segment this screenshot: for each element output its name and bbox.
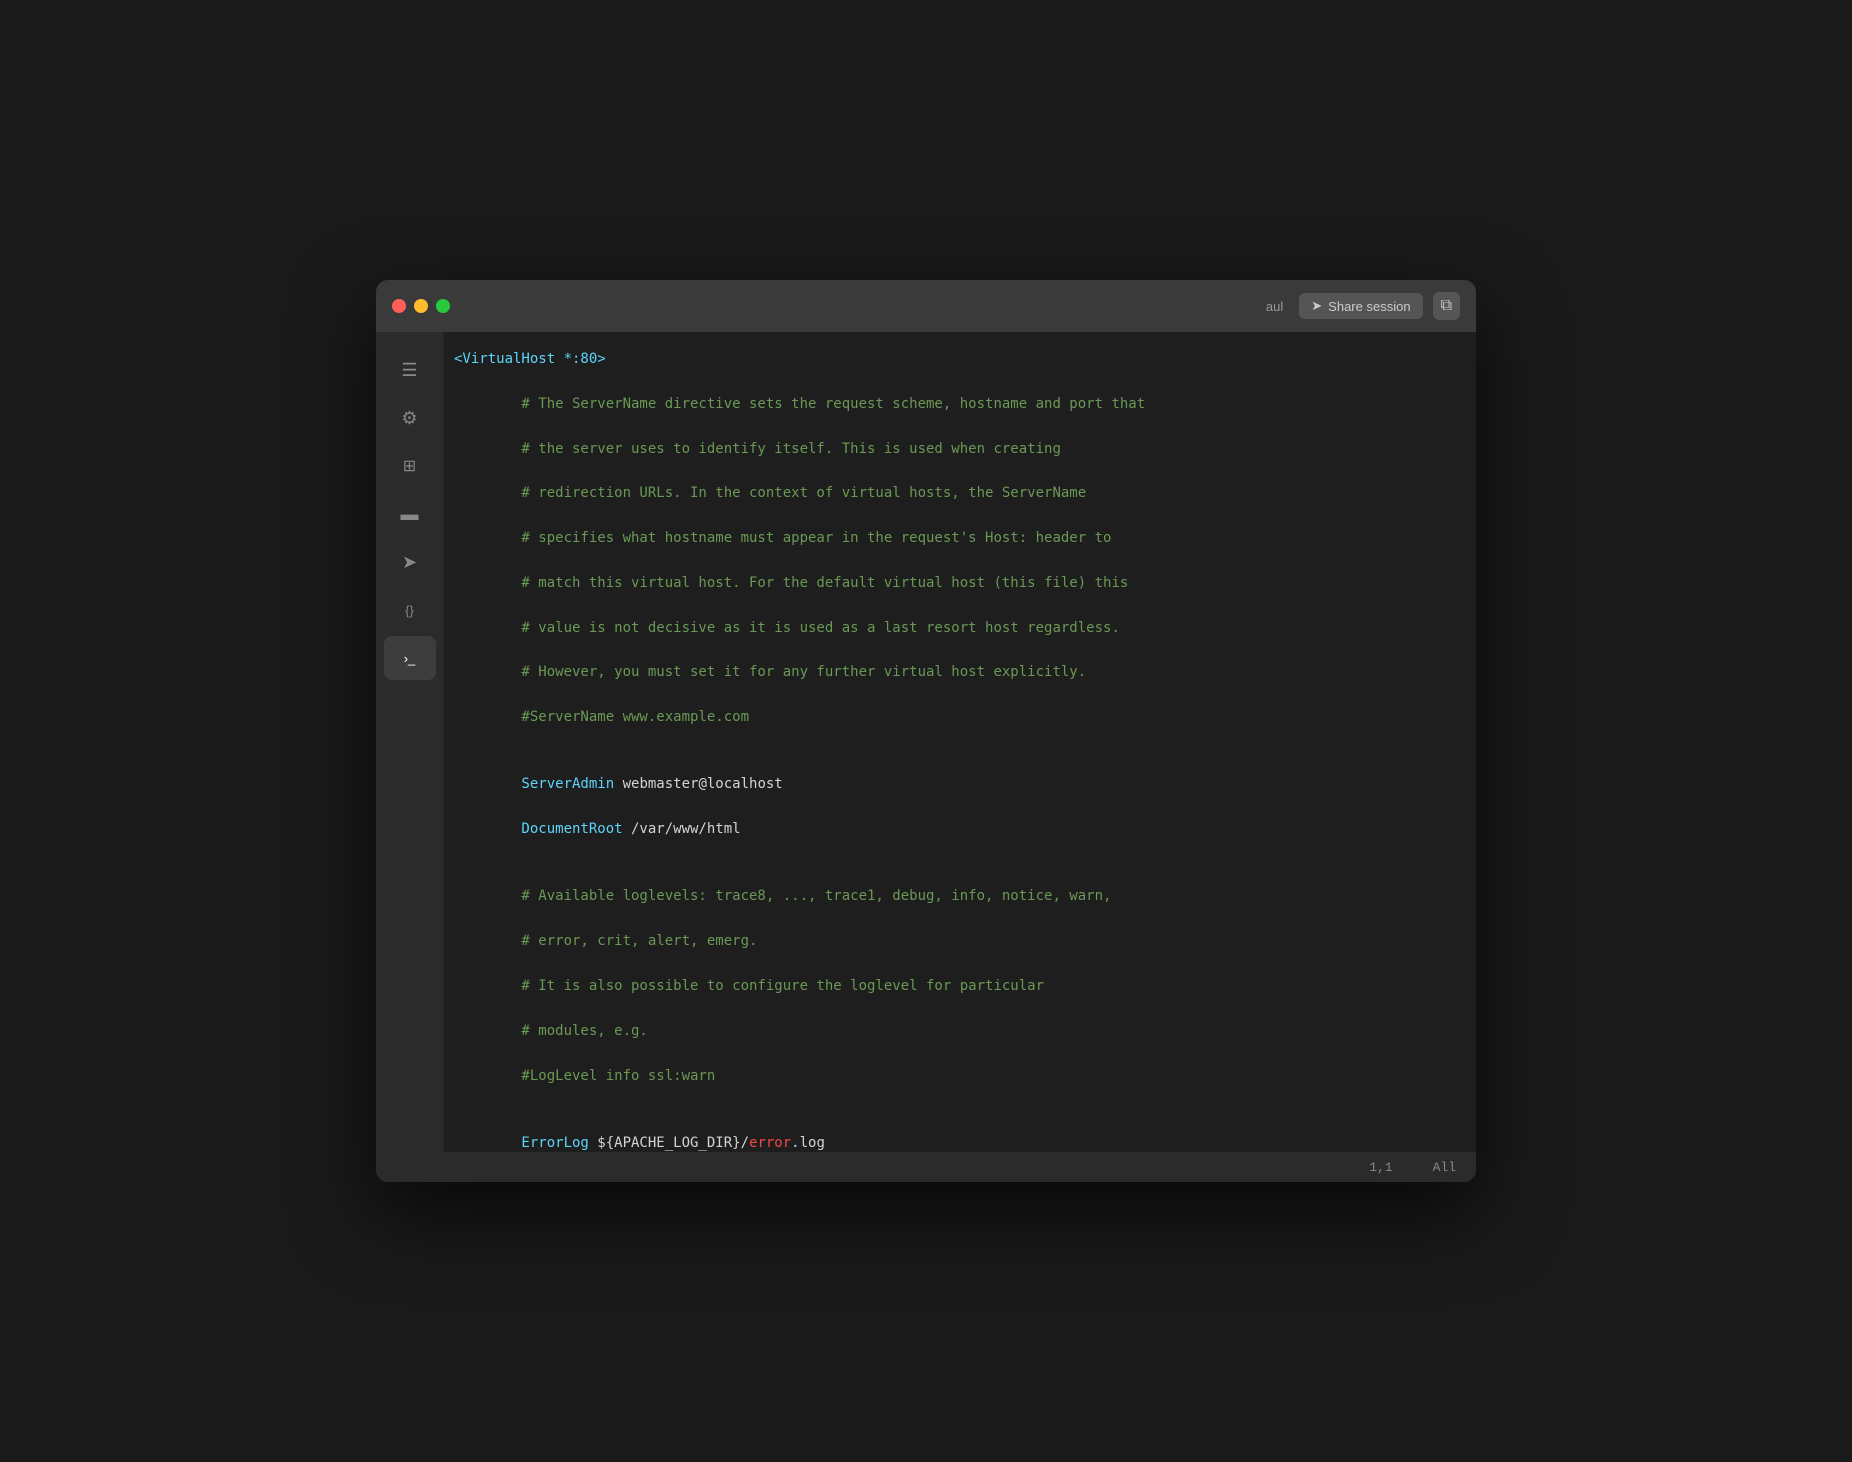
traffic-lights	[392, 299, 450, 313]
sidebar-item-menu[interactable]: ☰	[384, 348, 436, 392]
aul-label: aul	[1266, 299, 1283, 314]
sidebar-item-terminal[interactable]: ›_	[384, 636, 436, 680]
maximize-button[interactable]	[436, 299, 450, 313]
layout-button[interactable]: ⧉	[1433, 292, 1460, 320]
terminal-icon: ›_	[404, 651, 416, 666]
menu-icon: ☰	[401, 360, 417, 381]
status-bar: 1,1 All	[376, 1152, 1476, 1182]
sidebar-item-grid[interactable]: ⊞	[384, 444, 436, 488]
grid-icon: ⊞	[403, 456, 416, 476]
sidebar: ☰ ⚙ ⊞ ▬ ➤ {} ›_	[376, 332, 444, 1152]
titlebar: aul ➤ Share session ⧉	[376, 280, 1476, 332]
close-button[interactable]	[392, 299, 406, 313]
sidebar-item-files[interactable]: ▬	[384, 492, 436, 536]
files-icon: ▬	[401, 504, 419, 525]
sidebar-item-code[interactable]: {}	[384, 588, 436, 632]
editor-content[interactable]: <VirtualHost *:80> # The ServerName dire…	[444, 332, 1476, 1152]
sidebar-item-forward[interactable]: ➤	[384, 540, 436, 584]
minimize-button[interactable]	[414, 299, 428, 313]
forward-icon: ➤	[402, 552, 417, 573]
app-window: aul ➤ Share session ⧉ ☰ ⚙ ⊞ ▬ ➤	[376, 280, 1476, 1182]
share-session-button[interactable]: ➤ Share session	[1299, 293, 1422, 319]
code-editor: <VirtualHost *:80> # The ServerName dire…	[454, 348, 1456, 1152]
share-icon: ➤	[1311, 298, 1322, 314]
settings-icon: ⚙	[401, 408, 417, 429]
sidebar-item-settings[interactable]: ⚙	[384, 396, 436, 440]
cursor-position: 1,1	[1369, 1160, 1392, 1175]
main-layout: ☰ ⚙ ⊞ ▬ ➤ {} ›_ <VirtualHost *:80>	[376, 332, 1476, 1152]
titlebar-actions: aul ➤ Share session ⧉	[1266, 292, 1460, 320]
scroll-position: All	[1433, 1160, 1456, 1175]
share-session-label: Share session	[1328, 299, 1410, 314]
code-icon: {}	[405, 603, 414, 618]
